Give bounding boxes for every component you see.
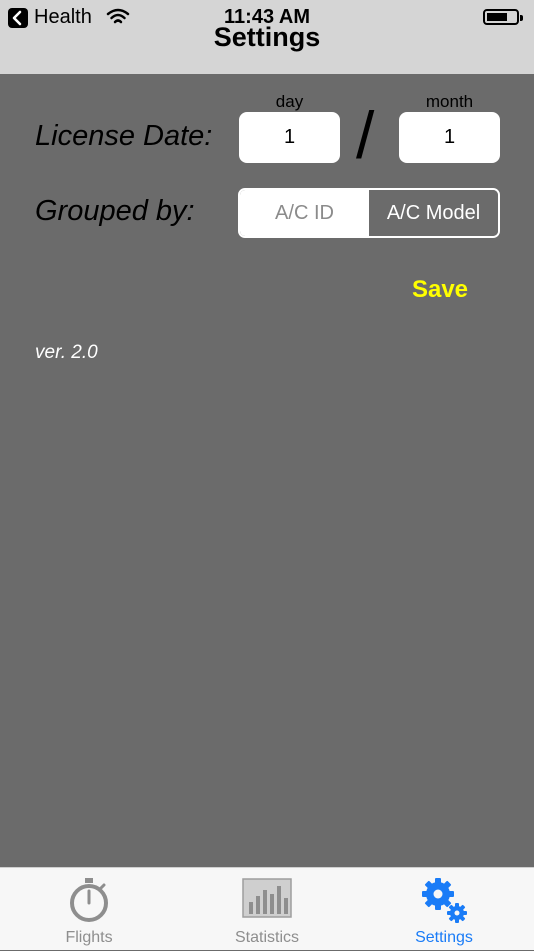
tab-settings-label: Settings [415,929,473,946]
page-title: Settings [213,22,321,52]
tab-statistics-label: Statistics [234,929,299,946]
license-date-label: License Date: [35,120,213,152]
segment-ac-id[interactable]: A/C ID [240,190,369,236]
tab-statistics[interactable]: Statistics [197,868,337,951]
month-label: month [425,92,474,111]
date-separator: / [356,98,375,172]
status-and-nav-bar: Health 11:43 AM Settings [0,0,534,74]
tab-settings[interactable]: Settings [374,868,514,951]
segment-ac-model[interactable]: A/C Model [369,190,498,236]
version-text: ver. 2.0 [35,342,98,363]
stopwatch-icon [70,878,108,922]
day-label: day [275,92,304,111]
gears-icon [422,878,467,923]
tab-flights[interactable]: Flights [19,868,159,951]
tab-flights-label: Flights [65,929,113,946]
day-field[interactable]: 1 [239,112,340,163]
month-field[interactable]: 1 [399,112,500,163]
grouped-by-segmented-control: A/C ID A/C Model [238,188,500,238]
grouped-by-label: Grouped by: [35,195,195,227]
bar-chart-icon [242,878,292,918]
save-button[interactable]: Save [394,276,486,306]
tab-bar: Flights Statistics Settings [0,867,534,950]
